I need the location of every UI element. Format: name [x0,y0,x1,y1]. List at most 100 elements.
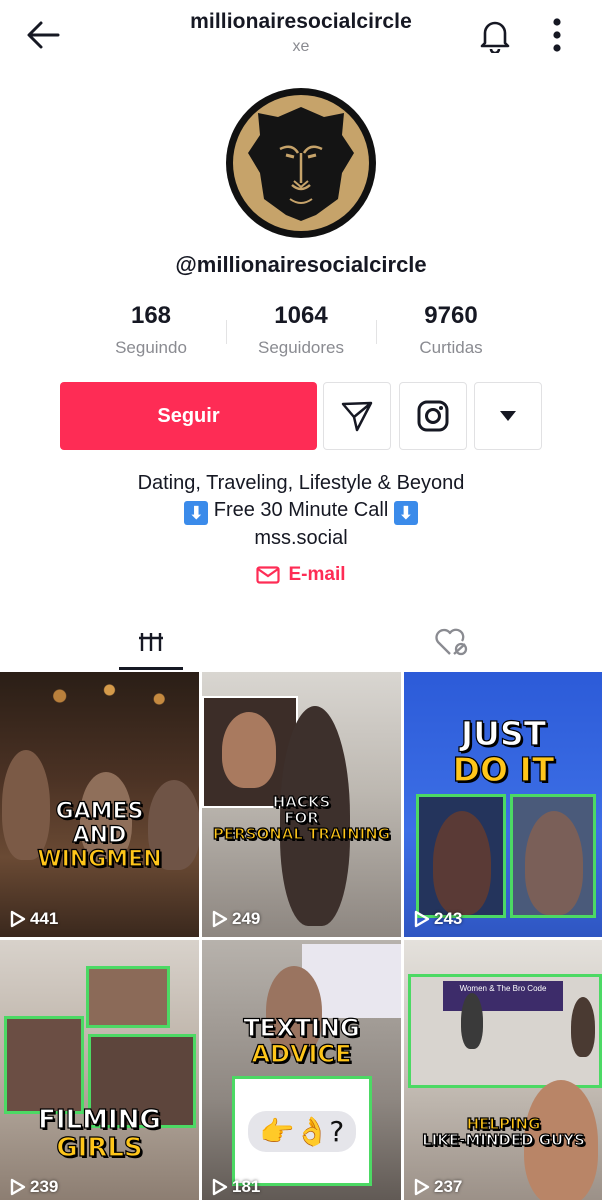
follow-button[interactable]: Seguir [60,382,317,450]
send-icon [341,401,373,432]
chat-bubble-frame: 👉👌? [232,1076,372,1186]
video-caption: HELPING LIKE-MINDED GUYS [404,1115,602,1150]
mail-icon [256,566,281,584]
stat-likes[interactable]: 9760 Curtidas [376,302,526,366]
photo-frame [510,794,596,918]
video-person [433,811,491,915]
more-options-button[interactable] [540,14,574,56]
video-tile[interactable]: Women & The Bro Code HELPING LIKE-MINDED… [404,940,602,1200]
caption-line: AND [72,822,127,848]
instagram-icon [417,400,449,432]
chevron-down-icon [500,411,516,421]
down-arrow-emoji: ⬇ [184,501,209,525]
video-tile[interactable]: FILMING GIRLS 239 [0,940,199,1200]
top-bar: millionairesocialcircle xe [0,0,602,70]
play-icon [212,910,228,928]
caption-line: LIKE-MINDED GUYS [421,1131,585,1150]
play-icon [212,1178,228,1196]
tab-videos[interactable] [120,612,182,672]
profile-bio: Dating, Traveling, Lifestyle & Beyond ⬇ … [0,470,602,552]
bio-link[interactable]: mss.social [0,525,602,552]
video-person [222,712,276,788]
view-count-value: 239 [30,1177,59,1196]
caption-line: DO IT [452,749,555,789]
presentation-screen: Women & The Bro Code [443,981,563,1011]
content-tabs [0,612,602,672]
caption-line: JUST [460,714,547,753]
video-person [461,993,483,1049]
view-count: 249 [212,909,260,929]
screen-text: Women & The Bro Code [459,984,547,993]
video-caption: GAMES AND WINGMEN [0,799,199,872]
stat-value: 168 [130,302,172,329]
view-count-value: 249 [232,909,261,928]
down-arrow-emoji: ⬇ [393,501,418,525]
photo-frame [4,1016,84,1114]
video-tile[interactable]: TEXTING ADVICE 👉👌? 181 [202,940,401,1200]
caption-line: FOR [284,809,320,828]
bio-call-text: Free 30 Minute Call [213,499,389,521]
stat-label: Curtidas [419,338,483,357]
active-tab-indicator [119,667,183,670]
stat-label: Seguindo [115,338,187,357]
view-count: 181 [212,1177,260,1197]
profile-handle: @millionairesocialcircle [175,252,427,277]
video-caption: TEXTING ADVICE [202,1014,401,1068]
email-link[interactable]: E-mail [0,564,602,586]
instagram-button[interactable] [399,382,467,450]
profile-actions: Seguir [60,382,542,450]
restaurant-lights [0,672,199,732]
tab-liked[interactable] [420,612,482,672]
more-vertical-icon [553,18,561,52]
bio-line: ⬇ Free 30 Minute Call ⬇ [0,497,602,525]
view-count: 243 [414,909,462,929]
stat-value: 9760 [424,302,478,329]
play-icon [10,910,26,928]
emoji-bubble: 👉👌? [247,1110,357,1152]
video-tile[interactable]: HACKS FOR PERSONAL TRAINING 249 [202,672,401,937]
video-grid: GAMES AND WINGMEN 441 HACKS FOR PERSONAL… [0,672,602,1200]
bio-line: Dating, Traveling, Lifestyle & Beyond [137,472,465,494]
lion-icon [248,107,354,221]
video-person [571,997,595,1057]
stat-followers[interactable]: 1064 Seguidores [226,302,376,366]
caption-line: PERSONAL TRAINING [212,825,391,844]
lion-logo [233,95,369,231]
email-label: E-mail [288,564,346,585]
video-tile[interactable]: GAMES AND WINGMEN 441 [0,672,199,937]
suggested-accounts-button[interactable] [474,382,542,450]
view-count-value: 237 [434,1177,463,1196]
caption-line: HACKS [272,793,331,811]
caption-line: ADVICE [251,1039,352,1068]
video-caption: HACKS FOR PERSONAL TRAINING [202,793,401,844]
video-caption: FILMING GIRLS [0,1105,199,1162]
view-count-value: 441 [30,909,59,928]
photo-frame: Women & The Bro Code [408,974,602,1088]
play-icon [414,910,430,928]
caption-line: HELPING [466,1115,541,1133]
notifications-button[interactable] [474,14,516,56]
photo-frame [416,794,506,918]
view-count: 441 [10,909,58,929]
stat-following[interactable]: 168 Seguindo [76,302,226,366]
play-icon [10,1178,26,1196]
view-count-value: 243 [434,909,463,928]
caption-line: WINGMEN [37,846,162,872]
view-count-value: 181 [232,1177,261,1196]
stat-label: Seguidores [257,338,344,357]
caption-line: TEXTING [243,1014,361,1042]
bell-icon [480,21,510,53]
video-caption: JUST DO IT [404,714,602,789]
video-tile[interactable]: JUST DO IT 243 [404,672,602,937]
photo-frame [86,966,170,1028]
video-person [525,811,583,915]
caption-line: GAMES [55,799,144,824]
message-button[interactable] [323,382,391,450]
stat-value: 1064 [274,302,328,329]
play-icon [414,1178,430,1196]
view-count: 239 [10,1177,58,1197]
grid-icon [139,633,163,651]
profile-avatar[interactable] [226,88,376,238]
profile-stats: 168 Seguindo 1064 Seguidores 9760 Curtid… [76,302,526,366]
caption-line: FILMING [38,1105,162,1135]
